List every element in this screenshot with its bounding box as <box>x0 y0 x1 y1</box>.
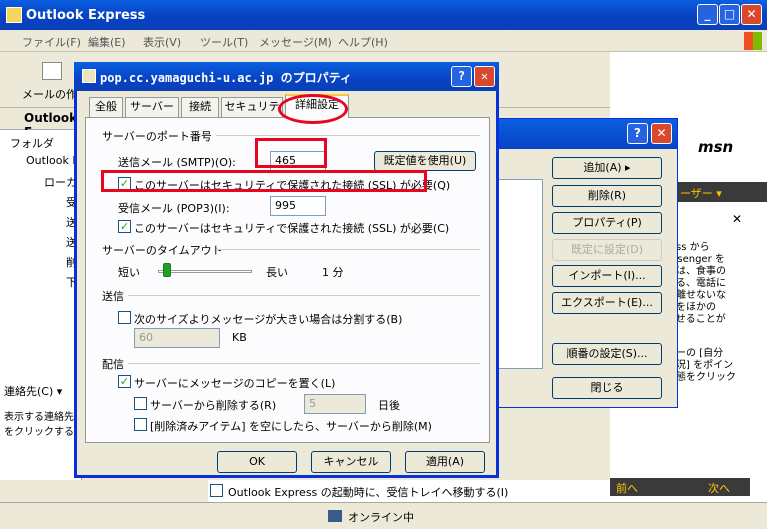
next-link[interactable]: 次へ <box>708 480 730 496</box>
tab-general[interactable]: 全般 <box>89 97 123 117</box>
contacts-pane: 連絡先(C) ▾ 表示する連絡先 をクリックすると、 <box>0 380 94 480</box>
menu-tools[interactable]: ツール(T) <box>200 34 248 50</box>
apply-button[interactable]: 適用(A) <box>405 451 485 473</box>
days-label: 日後 <box>378 399 400 412</box>
timeout-slider-thumb[interactable] <box>163 263 172 277</box>
folder-header: フォルダ <box>10 137 54 150</box>
main-titlebar: Outlook Express _ □ ✕ <box>0 0 767 30</box>
remove-days-input: 5 <box>304 394 366 414</box>
tree-root[interactable]: Outlook E <box>26 154 79 167</box>
timeout-section-title: サーバーのタイムアウト <box>102 244 223 257</box>
delivery-section-title: 配信 <box>102 358 124 371</box>
close-panel-icon[interactable]: ✕ <box>732 212 742 226</box>
ok-button[interactable]: OK <box>217 451 297 473</box>
tab-servers[interactable]: サーバー <box>125 97 179 117</box>
menubar: ファイル(F) 編集(E) 表示(V) ツール(T) メッセージ(M) ヘルプ(… <box>0 30 767 52</box>
compose-icon <box>42 62 62 80</box>
smtp-ssl-highlight <box>101 170 427 192</box>
cancel-button[interactable]: キャンセル <box>311 451 391 473</box>
import-button[interactable]: インポート(I)... <box>552 265 662 287</box>
window-title: Outlook Express <box>26 8 146 23</box>
remove-after-label: サーバーから削除する(R) <box>150 399 277 412</box>
use-default-button[interactable]: 既定値を使用(U) <box>374 151 476 171</box>
export-button[interactable]: エクスポート(E)... <box>552 292 662 314</box>
pop3-port-input[interactable]: 995 <box>270 196 326 216</box>
close-dialog-button[interactable]: 閉じる <box>552 377 662 399</box>
app-icon <box>6 7 22 23</box>
msn-logo: msn <box>698 138 734 156</box>
port-section-title: サーバーのポート番号 <box>102 130 212 143</box>
pop3-ssl-checkbox[interactable]: ✓ <box>118 220 131 233</box>
menu-view[interactable]: 表示(V) <box>143 34 181 50</box>
close-button[interactable]: ✕ <box>741 4 762 25</box>
menu-message[interactable]: メッセージ(M) <box>259 34 332 50</box>
split-size-input: 60 <box>134 328 220 348</box>
smtp-label: 送信メール (SMTP)(O): <box>118 156 236 169</box>
send-section-title: 送信 <box>102 290 124 303</box>
add-button[interactable]: 追加(A) ▸ <box>552 157 662 179</box>
remove-button[interactable]: 削除(R) <box>552 185 662 207</box>
minimize-button[interactable]: _ <box>697 4 718 25</box>
properties-dialog: pop.cc.yamaguchi-u.ac.jp のプロパティ ? ✕ 全般 サ… <box>74 62 499 478</box>
remove-deleted-checkbox[interactable] <box>134 418 147 431</box>
smtp-port-highlight <box>255 138 327 168</box>
nav-bar: 前へ 次へ <box>610 478 750 496</box>
maximize-button[interactable]: □ <box>719 4 740 25</box>
leave-copy-label: サーバーにメッセージのコピーを置く(L) <box>134 377 336 390</box>
timeout-value: 1 分 <box>322 266 344 279</box>
kb-label: KB <box>232 331 247 344</box>
prev-link[interactable]: 前へ <box>616 482 638 495</box>
statusbar: オンライン中 <box>0 502 767 529</box>
timeout-long-label: 長い <box>266 266 288 279</box>
windows-logo-icon <box>744 32 762 50</box>
tree-local[interactable]: ローカ <box>44 174 77 190</box>
remove-deleted-label: [削除済みアイテム] を空にしたら、サーバーから削除(M) <box>150 420 432 433</box>
tab-connection[interactable]: 接続 <box>181 97 219 117</box>
dialog-help-button[interactable]: ? <box>451 66 472 87</box>
menu-file[interactable]: ファイル(F) <box>22 34 81 50</box>
startup-checkbox[interactable] <box>210 484 223 497</box>
folder-pane: フォルダ Outlook E ローカ 受 送 送 削 下 <box>0 130 82 380</box>
status-text: オンライン中 <box>348 511 414 524</box>
timeout-track <box>158 270 252 273</box>
tab-security[interactable]: セキュリティ <box>221 97 283 131</box>
leave-copy-checkbox[interactable]: ✓ <box>118 375 131 388</box>
remove-after-checkbox[interactable] <box>134 397 147 410</box>
accounts-close-button[interactable]: ✕ <box>651 123 672 144</box>
timeout-short-label: 短い <box>118 266 140 279</box>
startup-row: Outlook Express の起動時に、受信トレイへ移動する(I) <box>208 480 610 502</box>
dialog-close-button[interactable]: ✕ <box>474 66 495 87</box>
split-label: 次のサイズよりメッセージが大きい場合は分割する(B) <box>134 313 403 326</box>
accounts-help-button[interactable]: ? <box>627 123 648 144</box>
right-header: ーザー ▾ <box>676 182 767 202</box>
outlook-bar: Outlook E <box>0 108 82 139</box>
dialog-icon <box>82 69 96 83</box>
order-button[interactable]: 順番の設定(S)... <box>552 343 662 365</box>
advanced-tab-highlight <box>278 94 348 124</box>
startup-label: Outlook Express の起動時に、受信トレイへ移動する(I) <box>228 486 509 499</box>
menu-edit[interactable]: 編集(E) <box>88 34 126 50</box>
pop3-ssl-label: このサーバーはセキュリティで保護された接続 (SSL) が必要(C) <box>134 222 450 235</box>
menu-help[interactable]: ヘルプ(H) <box>338 34 388 50</box>
right-text: ress から essenger を合は、食事の いる、電話に が離せないな 態をほかの… <box>666 242 736 383</box>
pop3-label: 受信メール (POP3)(I): <box>118 202 230 215</box>
properties-titlebar: pop.cc.yamaguchi-u.ac.jp のプロパティ ? ✕ <box>74 62 499 91</box>
dialog-title: pop.cc.yamaguchi-u.ac.jp のプロパティ <box>100 71 352 85</box>
online-icon <box>328 510 342 522</box>
split-checkbox[interactable] <box>118 311 131 324</box>
contacts-button[interactable]: 連絡先(C) ▾ <box>4 383 62 399</box>
properties-button[interactable]: プロパティ(P) <box>552 212 662 234</box>
set-default-button: 既定に設定(D) <box>552 239 662 261</box>
